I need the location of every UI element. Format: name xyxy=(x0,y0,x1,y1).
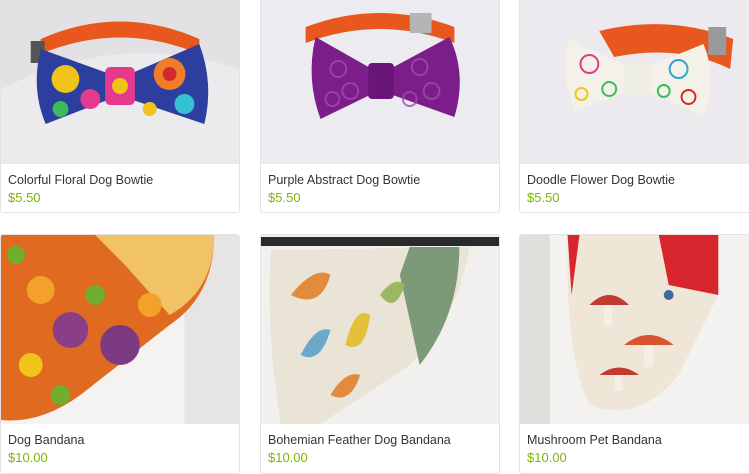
product-title[interactable]: Doodle Flower Dog Bowtie xyxy=(527,173,749,187)
product-title[interactable]: Bohemian Feather Dog Bandana xyxy=(268,433,499,447)
product-price: $10.00 xyxy=(268,450,308,465)
product-price: $10.00 xyxy=(527,450,567,465)
bandana-floral-image[interactable] xyxy=(1,235,239,424)
product-title[interactable]: Colorful Floral Dog Bowtie xyxy=(8,173,239,187)
product-title[interactable]: Purple Abstract Dog Bowtie xyxy=(268,173,499,187)
bandana-feather-image[interactable] xyxy=(261,235,499,424)
product-title[interactable]: Dog Bandana xyxy=(8,433,239,447)
product-price: $5.50 xyxy=(8,190,41,205)
product-price: $5.50 xyxy=(527,190,560,205)
product-card[interactable]: Doodle Flower Dog Bowtie $5.50 xyxy=(519,0,749,213)
bandana-mushroom-image[interactable] xyxy=(520,235,749,424)
product-price: $10.00 xyxy=(8,450,48,465)
product-card[interactable]: Colorful Floral Dog Bowtie $5.50 xyxy=(0,0,240,213)
bowtie-doodle-image[interactable] xyxy=(520,0,749,164)
product-price: $5.50 xyxy=(268,190,301,205)
bowtie-purple-image[interactable] xyxy=(261,0,499,164)
product-card[interactable]: Bohemian Feather Dog Bandana $10.00 xyxy=(260,234,500,474)
bowtie-floral-image[interactable] xyxy=(1,0,239,164)
product-title[interactable]: Mushroom Pet Bandana xyxy=(527,433,749,447)
product-card[interactable]: Purple Abstract Dog Bowtie $5.50 xyxy=(260,0,500,213)
product-card[interactable]: Mushroom Pet Bandana $10.00 xyxy=(519,234,749,474)
product-grid: Colorful Floral Dog Bowtie $5.50 Purple … xyxy=(0,0,749,474)
product-card[interactable]: Dog Bandana $10.00 xyxy=(0,234,240,474)
